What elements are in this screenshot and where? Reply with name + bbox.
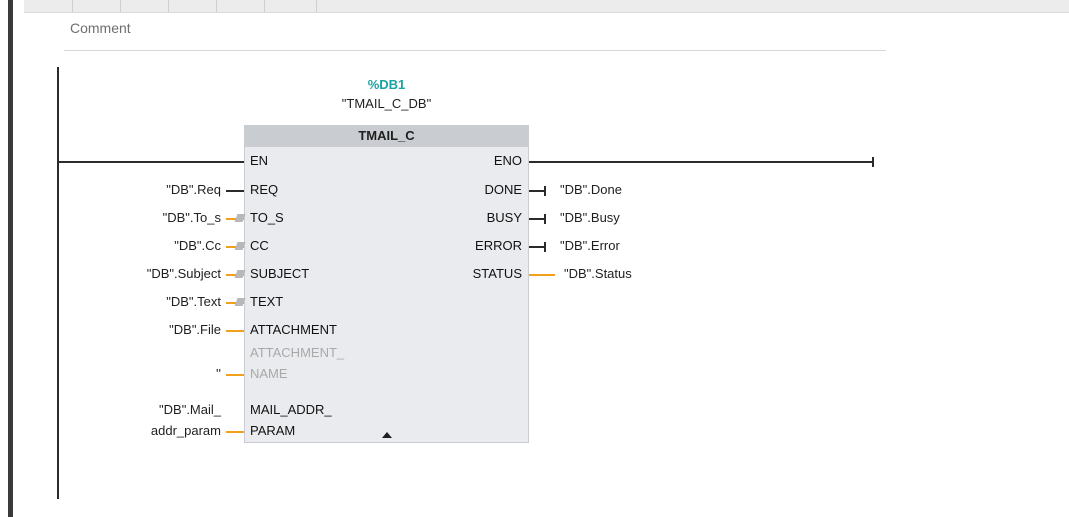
lead-attachment-name: [226, 374, 244, 376]
pin-done[interactable]: DONE: [484, 182, 522, 197]
rung-wire-left[interactable]: [57, 161, 244, 163]
operand-cc[interactable]: "DB".Cc: [174, 238, 221, 253]
operand-busy[interactable]: "DB".Busy: [560, 210, 620, 225]
comment-divider: [64, 50, 886, 51]
function-block-title[interactable]: TMAIL_C: [244, 125, 529, 147]
pin-cc[interactable]: CC: [250, 238, 269, 253]
operand-attachment-name[interactable]: '': [216, 366, 221, 381]
instance-db-name[interactable]: "TMAIL_C_DB": [244, 96, 529, 111]
editor-tab[interactable]: [216, 0, 265, 12]
pin-attachment[interactable]: ATTACHMENT: [250, 322, 337, 337]
operand-req[interactable]: "DB".Req: [166, 182, 221, 197]
lead-error: [529, 246, 545, 248]
lead-busy: [529, 218, 545, 220]
triangle-up-icon[interactable]: [382, 432, 392, 438]
lead-mail-addr-param: [226, 431, 244, 433]
instance-db-number[interactable]: %DB1: [244, 77, 529, 92]
editor-tab[interactable]: [72, 0, 121, 12]
output-coil-marker: [544, 214, 546, 224]
lead-status: [529, 274, 555, 276]
operand-error[interactable]: "DB".Error: [560, 238, 620, 253]
pin-en[interactable]: EN: [250, 153, 268, 168]
lead-done: [529, 190, 545, 192]
pin-req[interactable]: REQ: [250, 182, 278, 197]
pin-error[interactable]: ERROR: [475, 238, 522, 253]
pin-attachment-name-line1[interactable]: ATTACHMENT_: [250, 345, 344, 360]
operand-attachment[interactable]: "DB".File: [169, 322, 221, 337]
editor-tab[interactable]: [120, 0, 169, 12]
output-coil-marker: [544, 242, 546, 252]
lead-attachment: [226, 330, 244, 332]
operand-text[interactable]: "DB".Text: [166, 294, 221, 309]
operand-to-s[interactable]: "DB".To_s: [163, 210, 221, 225]
output-coil-marker: [544, 186, 546, 196]
editor-tab[interactable]: [168, 0, 217, 12]
pin-mail-addr-param-line2[interactable]: PARAM: [250, 423, 295, 438]
operand-mail-addr-line2[interactable]: addr_param: [151, 423, 221, 438]
editor-tab[interactable]: [264, 0, 317, 12]
pin-busy[interactable]: BUSY: [487, 210, 522, 225]
rung-end-marker: [872, 157, 874, 167]
pin-eno[interactable]: ENO: [494, 153, 522, 168]
operand-done[interactable]: "DB".Done: [560, 182, 622, 197]
pin-mail-addr-param-line1[interactable]: MAIL_ADDR_: [250, 402, 332, 417]
network-comment[interactable]: Comment: [70, 20, 131, 36]
pin-status[interactable]: STATUS: [473, 266, 522, 281]
lead-req: [226, 190, 244, 192]
pin-text[interactable]: TEXT: [250, 294, 283, 309]
network-margin-bar: [8, 0, 13, 517]
pin-to-s[interactable]: TO_S: [250, 210, 284, 225]
function-block[interactable]: [244, 125, 529, 443]
pin-subject[interactable]: SUBJECT: [250, 266, 309, 281]
power-rail: [57, 67, 59, 499]
pin-attachment-name-line2[interactable]: NAME: [250, 366, 288, 381]
rung-wire-right[interactable]: [529, 161, 874, 163]
operand-status[interactable]: "DB".Status: [564, 266, 632, 281]
editor-tab[interactable]: [24, 0, 73, 12]
operand-mail-addr-line1[interactable]: "DB".Mail_: [159, 402, 221, 417]
operand-subject[interactable]: "DB".Subject: [147, 266, 221, 281]
